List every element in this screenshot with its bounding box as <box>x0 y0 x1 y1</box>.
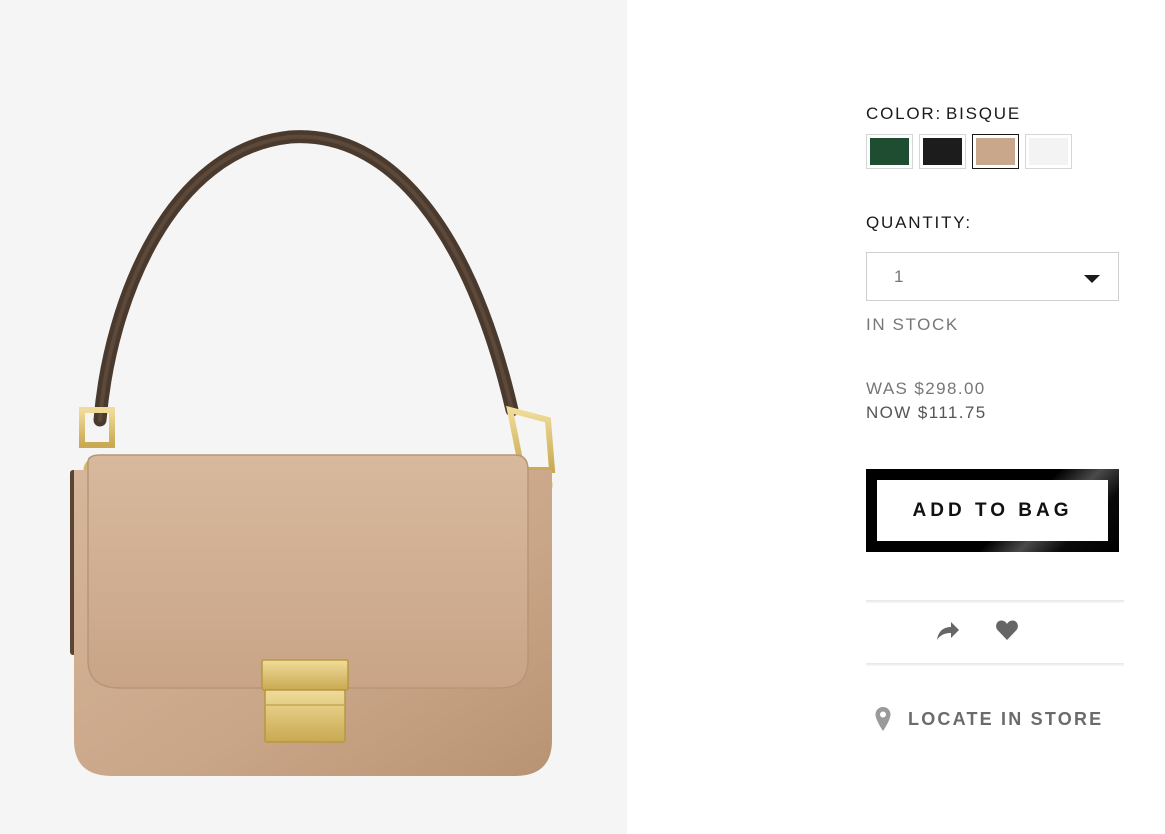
swatch-bisque[interactable] <box>972 134 1019 169</box>
map-pin-icon <box>875 707 891 731</box>
heart-icon[interactable] <box>995 619 1019 641</box>
swatch-chip-white <box>1029 138 1068 165</box>
divider <box>866 663 1124 666</box>
product-image <box>0 0 627 834</box>
add-to-bag-label: ADD TO BAG <box>877 480 1108 541</box>
share-arrow-icon[interactable] <box>933 618 961 644</box>
swatch-green[interactable] <box>866 134 913 169</box>
handbag-illustration <box>70 130 556 776</box>
quantity-value: 1 <box>894 267 904 286</box>
divider <box>866 600 1124 603</box>
color-label: COLOR: BISQUE <box>866 104 1021 124</box>
selected-color-name: BISQUE <box>945 104 1022 123</box>
color-label-prefix: COLOR: <box>866 104 942 123</box>
locate-in-store-label: LOCATE IN STORE <box>908 708 1104 729</box>
locate-in-store-link[interactable]: LOCATE IN STORE <box>866 706 1103 732</box>
swatch-white[interactable] <box>1025 134 1072 169</box>
swatch-chip-black <box>923 138 962 165</box>
swatch-chip-bisque <box>976 138 1015 165</box>
quantity-label: QUANTITY: <box>866 213 972 232</box>
chevron-down-icon <box>1084 275 1100 283</box>
quantity-select[interactable]: 1 <box>866 252 1119 301</box>
swatch-black[interactable] <box>919 134 966 169</box>
original-price: WAS $298.00 <box>866 379 986 398</box>
sale-price: NOW $111.75 <box>866 403 987 422</box>
action-bar <box>866 600 1124 666</box>
stock-status: IN STOCK <box>866 315 959 334</box>
swatch-chip-green <box>870 138 909 165</box>
add-to-bag-button[interactable]: ADD TO BAG <box>866 469 1119 552</box>
color-swatches <box>866 134 1072 169</box>
